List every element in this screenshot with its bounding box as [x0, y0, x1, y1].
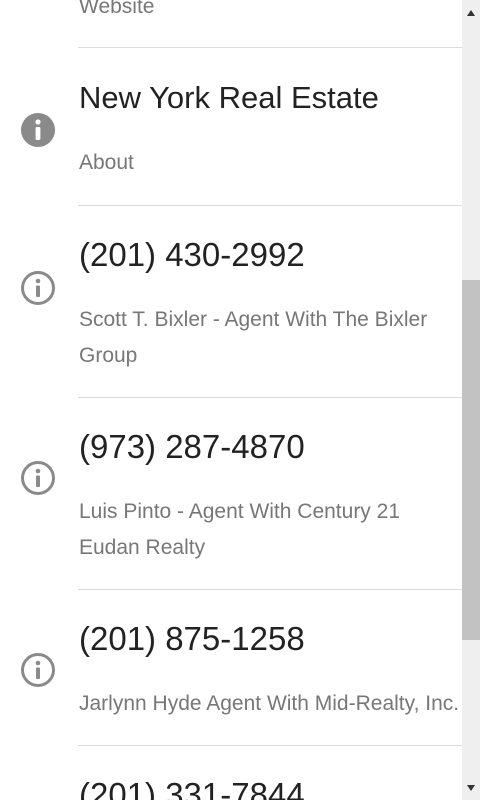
- info-outline-icon: [21, 461, 55, 495]
- item-subtitle: Jarlynn Hyde Agent With Mid-Realty, Inc.: [79, 692, 460, 715]
- arrow-down-icon[interactable]: [462, 779, 480, 797]
- arrow-up-icon[interactable]: [462, 4, 480, 22]
- info-outline-icon: [21, 653, 55, 687]
- item-subtitle: Website: [79, 0, 155, 18]
- list-item-phone-4[interactable]: (201) 331-7844: [0, 746, 462, 800]
- list-item-website[interactable]: Website: [0, 0, 462, 48]
- scrollbar-thumb[interactable]: [462, 280, 480, 640]
- list-item-phone-3[interactable]: (201) 875-1258 Jarlynn Hyde Agent With M…: [0, 590, 462, 746]
- item-subtitle: Scott T. Bixler - Agent With The Bixler …: [79, 308, 428, 367]
- list-item-new-york-real-estate[interactable]: New York Real Estate About: [0, 48, 462, 206]
- list-item-phone-2[interactable]: (973) 287-4870 Luis Pinto - Agent With C…: [0, 398, 462, 590]
- info-filled-icon: [21, 113, 55, 147]
- item-title: (201) 331-7844: [79, 776, 305, 800]
- item-subtitle: Luis Pinto - Agent With Century 21 Eudan…: [79, 500, 400, 559]
- info-outline-icon: [21, 271, 55, 305]
- item-title: (201) 875-1258: [79, 620, 305, 657]
- item-title: New York Real Estate: [79, 80, 379, 115]
- item-subtitle: About: [79, 151, 134, 174]
- item-title: (973) 287-4870: [79, 428, 305, 465]
- list-item-phone-1[interactable]: (201) 430-2992 Scott T. Bixler - Agent W…: [0, 206, 462, 398]
- contact-list: Website New York Real Estate About (201)…: [0, 0, 462, 800]
- item-title: (201) 430-2992: [79, 236, 305, 273]
